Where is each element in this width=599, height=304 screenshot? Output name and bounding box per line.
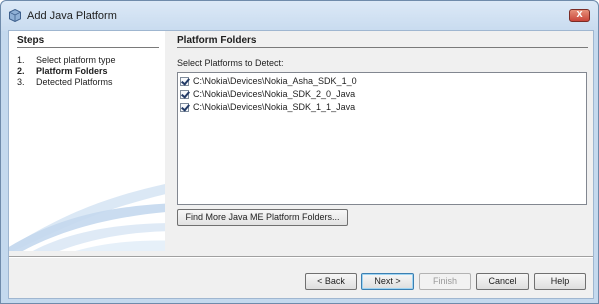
steps-panel: Steps 1. Select platform type 2. Platform … xyxy=(9,31,165,251)
dialog-content: Steps 1. Select platform type 2. Platform … xyxy=(8,30,594,299)
step-select-platform-type: 1. Select platform type xyxy=(17,55,116,65)
panel-title: Platform Folders xyxy=(177,35,257,46)
step-number: 3. xyxy=(17,77,25,87)
step-number: 2. xyxy=(17,66,25,76)
close-button[interactable]: x xyxy=(569,8,590,22)
find-more-platform-folders-button[interactable]: Find More Java ME Platform Folders... xyxy=(177,209,348,226)
close-icon: x xyxy=(576,8,583,20)
cancel-button[interactable]: Cancel xyxy=(476,273,529,290)
button-bar-divider-highlight xyxy=(9,257,593,258)
window-title: Add Java Platform xyxy=(27,10,117,22)
step-detected-platforms: 3. Detected Platforms xyxy=(17,77,113,87)
step-platform-folders: 2. Platform Folders xyxy=(17,66,108,76)
step-label: Select platform type xyxy=(36,55,116,65)
platform-path: C:\Nokia\Devices\Nokia_SDK_2_0_Java xyxy=(193,89,356,99)
platform-path: C:\Nokia\Devices\Nokia_SDK_1_1_Java xyxy=(193,102,356,112)
step-label: Detected Platforms xyxy=(36,77,113,87)
back-button[interactable]: < Back xyxy=(305,273,357,290)
decorative-swoosh-graphic xyxy=(9,184,165,251)
platform-checkbox[interactable] xyxy=(180,90,189,99)
panel-title-divider xyxy=(177,47,588,48)
help-button[interactable]: Help xyxy=(534,273,586,290)
title-bar[interactable]: Add Java Platform x xyxy=(1,1,598,31)
platform-list-label: Select Platforms to Detect: xyxy=(177,58,284,68)
platform-path: C:\Nokia\Devices\Nokia_Asha_SDK_1_0 xyxy=(193,76,357,86)
next-button[interactable]: Next > xyxy=(361,273,414,290)
step-label: Platform Folders xyxy=(36,66,108,76)
steps-divider xyxy=(17,47,159,48)
finish-button[interactable]: Finish xyxy=(419,273,471,290)
platform-list[interactable]: C:\Nokia\Devices\Nokia_Asha_SDK_1_0 C:\N… xyxy=(177,72,587,205)
platform-checkbox[interactable] xyxy=(180,103,189,112)
java-platform-icon xyxy=(9,9,21,22)
platform-checkbox[interactable] xyxy=(180,77,189,86)
dialog-window: Add Java Platform x Steps 1. Select platf… xyxy=(0,0,599,304)
step-number: 1. xyxy=(17,55,25,65)
steps-title: Steps xyxy=(17,35,45,46)
